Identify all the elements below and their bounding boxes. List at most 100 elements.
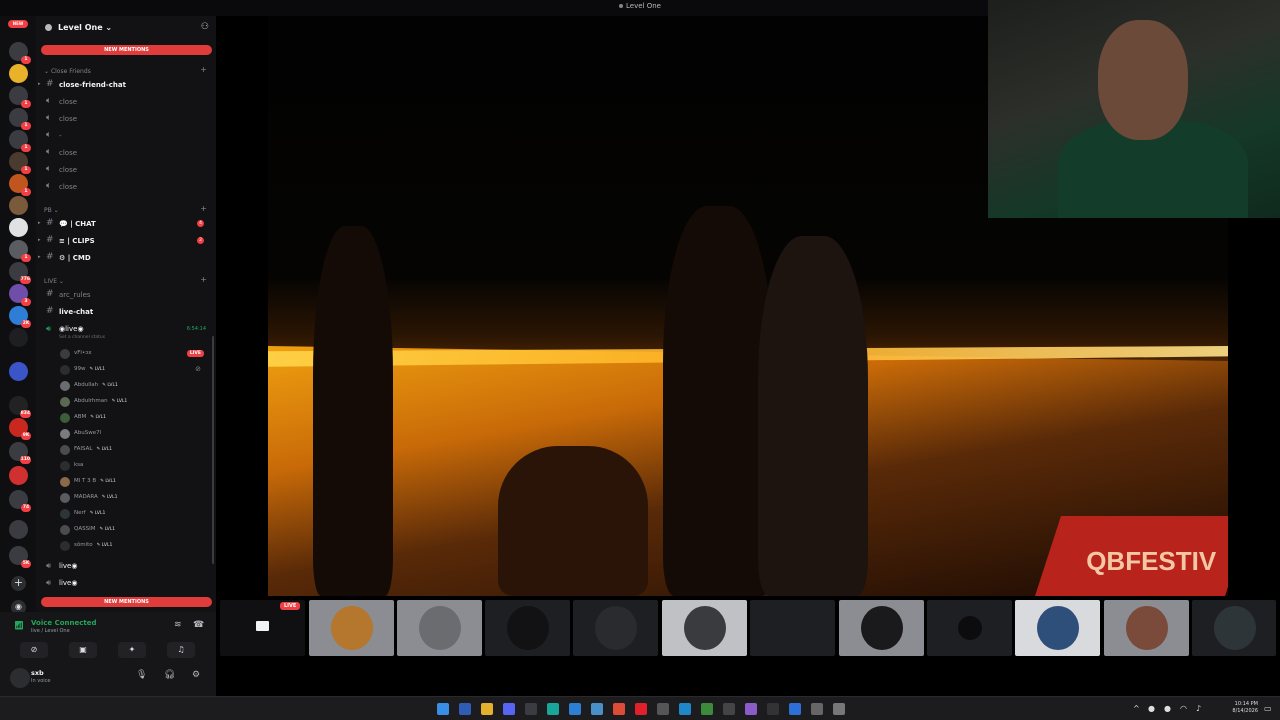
category-close-friends[interactable]: ⌄ Close Friends [44,68,91,75]
create-channel-icon[interactable]: + [200,275,207,284]
channel-item[interactable]: 🔈︎ close [44,163,210,177]
server-icon[interactable]: 1 [9,86,31,108]
participant-tile[interactable] [662,600,747,656]
voice-channel-status[interactable]: Set a channel status [59,335,105,340]
participant-tile[interactable] [573,600,658,656]
voice-member[interactable]: QASSIM ✎ LVL1 [58,523,208,537]
server-icon[interactable]: 110 [9,442,31,464]
voice-location[interactable]: live / Level One [31,628,70,634]
channel-item[interactable]: 🔈︎ - [44,129,210,143]
channel-item[interactable]: 🔈︎ close [44,112,210,126]
channel-item[interactable]: ▸ # close-friend-chat [38,78,210,92]
taskbar-app-icon[interactable] [547,703,559,715]
activities-button[interactable]: ✦ [118,642,146,658]
channel-item[interactable]: 🔈︎ close [44,95,210,109]
participant-tile[interactable] [839,600,924,656]
avatar[interactable] [10,668,30,688]
soundboard-button[interactable]: ♫ [167,642,195,658]
edge-icon[interactable] [679,703,691,715]
taskbar-app-icon[interactable] [701,703,713,715]
voice-channel-live[interactable]: 🔊︎ live◉ [44,577,210,591]
voice-member[interactable]: Abdullah ✎ LVL1 [58,379,208,393]
create-channel-icon[interactable]: + [200,204,207,213]
server-icon[interactable]: 74 [9,490,31,512]
participant-tile[interactable] [309,600,394,656]
create-channel-icon[interactable]: + [200,65,207,74]
start-icon[interactable] [437,703,449,715]
voice-channel-live[interactable]: 🔊︎ live◉ [44,560,210,574]
new-mentions-banner[interactable]: NEW MENTIONS [41,45,212,55]
channel-item[interactable]: 🔈︎ close [44,180,210,194]
new-pill[interactable]: NEW [8,20,28,28]
taskbar-app-icon[interactable] [745,703,757,715]
server-icon[interactable] [9,362,28,381]
server-icon[interactable] [9,328,28,347]
chevron-up-icon[interactable]: ^ [1133,704,1140,713]
taskbar-app-icon[interactable] [833,703,845,715]
participant-tile[interactable] [1015,600,1100,656]
participant-tile[interactable] [397,600,482,656]
participant-tile[interactable] [927,600,1012,656]
voice-member[interactable]: Ml T 3 B ✎ LVL1 [58,475,208,489]
taskbar-app-icon[interactable] [723,703,735,715]
server-icon[interactable] [9,196,28,215]
headphones-icon[interactable]: 🎧︎ [164,670,175,680]
category-live[interactable]: LIVE ⌄ [44,278,64,285]
server-icon[interactable]: 834 [9,396,31,418]
participant-tile[interactable] [1104,600,1189,656]
channel-item[interactable]: ▸ # ⚙ | CMD [38,251,210,265]
server-icon[interactable]: 1 [9,108,31,130]
file-explorer-icon[interactable] [481,703,493,715]
discord-icon[interactable] [503,703,515,715]
opera-icon[interactable] [635,703,647,715]
user-name[interactable]: sxb [31,669,44,677]
camera-button[interactable]: ⊘ [20,642,48,658]
voice-member[interactable]: sômito ✎ LVL1 [58,539,208,553]
channel-item[interactable]: # arc_rules [44,288,210,302]
microphone-icon[interactable]: 🎙︎ [136,670,147,680]
steam-icon[interactable] [591,703,603,715]
sidebar-scrollbar[interactable] [212,336,214,564]
taskbar-app-icon[interactable] [459,703,471,715]
guild-header[interactable]: Level One ⌄ ⚇ [36,16,216,40]
tray-icon[interactable]: ● [1164,704,1171,713]
voice-member[interactable]: MADARA ✎ LVL1 [58,491,208,505]
voice-member[interactable]: ksa [58,459,208,473]
channel-item[interactable]: # live-chat [44,305,210,319]
voice-connected-label[interactable]: Voice Connected [31,619,97,627]
participant-tile[interactable] [485,600,570,656]
participant-tile[interactable] [750,600,835,656]
voice-member[interactable]: AbuSwe7l [58,427,208,441]
server-icon[interactable] [9,64,28,83]
server-icon[interactable] [9,218,28,237]
wifi-icon[interactable]: ◠ [1180,704,1187,713]
category-pb[interactable]: PB ⌄ [44,207,59,214]
voice-member[interactable]: Nerf ✎ LVL1 [58,507,208,521]
add-server-button[interactable]: + [11,576,26,591]
new-mentions-banner-bottom[interactable]: NEW MENTIONS [41,597,212,607]
voice-member[interactable]: 99w ✎ LVL1 ⊘ [58,363,208,377]
taskbar-app-icon[interactable] [657,703,669,715]
server-icon[interactable]: 2K [9,306,31,328]
server-icon[interactable]: 1 [9,42,31,64]
server-icon[interactable]: 1 [9,152,31,174]
taskbar-app-icon[interactable] [767,703,779,715]
taskbar-app-icon[interactable] [569,703,581,715]
voice-member[interactable]: ABM ✎ LVL1 [58,411,208,425]
chrome-icon[interactable] [613,703,625,715]
server-icon[interactable] [9,520,28,539]
settings-gear-icon[interactable]: ⚙ [192,670,200,680]
voice-member[interactable]: Abdulrhman ✎ LVL1 [58,395,208,409]
server-icon[interactable]: 1 [9,174,31,196]
channel-item[interactable]: ▸ # ≡ | CLIPS 2 [38,234,210,248]
server-icon[interactable]: 776 [9,262,31,284]
server-icon[interactable]: 1 [9,240,31,262]
volume-icon[interactable]: ♪ [1196,704,1201,713]
tray-icon[interactable]: ● [1148,704,1155,713]
server-icon[interactable]: 9K [9,418,31,440]
system-clock[interactable]: 10:14 PM 8/14/2026 [1232,701,1258,715]
server-icon[interactable]: 1 [9,130,31,152]
taskbar-app-icon[interactable] [789,703,801,715]
server-icon[interactable]: 5K [9,546,31,568]
channel-item[interactable]: 🔈︎ close [44,146,210,160]
